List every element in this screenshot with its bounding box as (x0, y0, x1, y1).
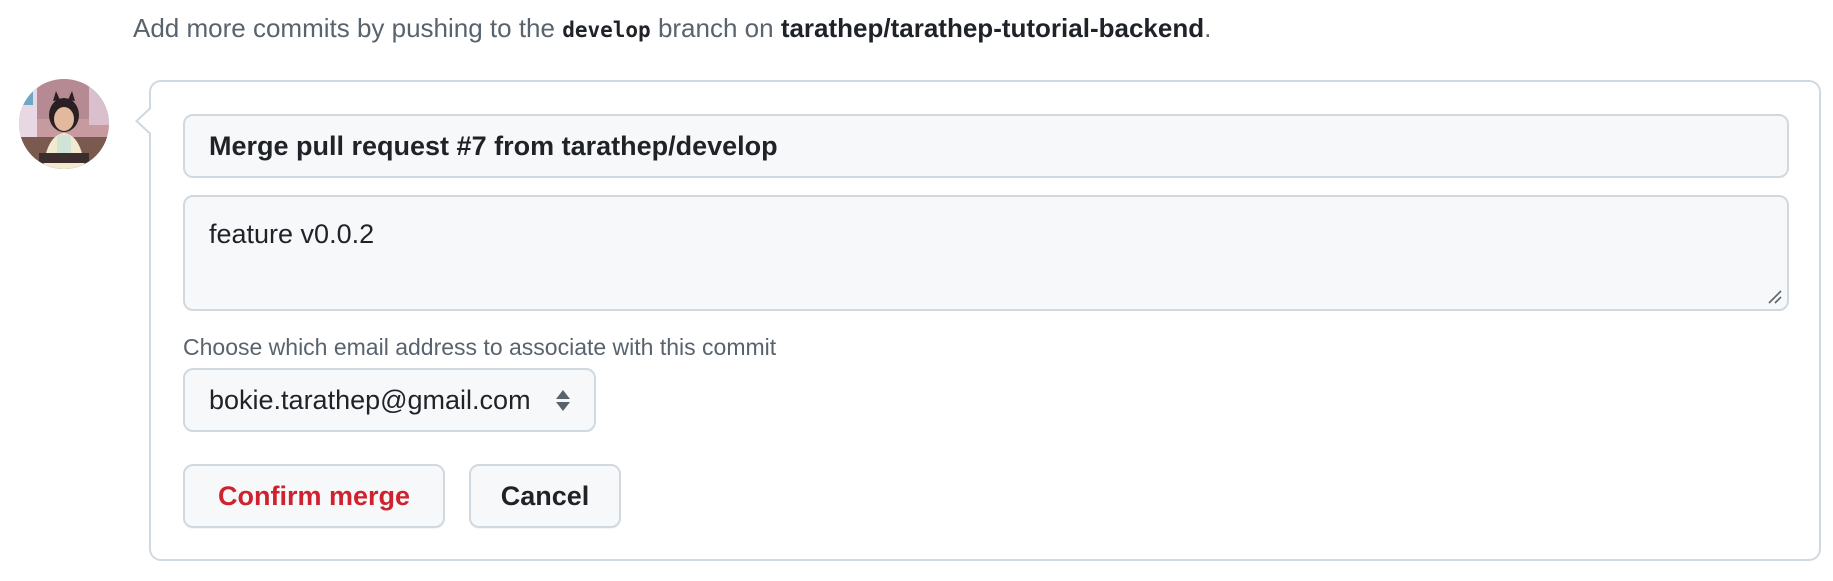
card-pointer-fill (138, 109, 151, 133)
email-select-label: Choose which email address to associate … (183, 334, 777, 360)
commit-email-select[interactable]: bokie.tarathep@gmail.com (183, 368, 596, 432)
email-select-value: bokie.tarathep@gmail.com (209, 384, 531, 415)
push-hint: Add more commits by pushing to the devel… (133, 8, 1211, 50)
branch-name: develop (562, 18, 651, 42)
avatar-photo-icon (19, 79, 109, 169)
push-hint-suffix: . (1204, 13, 1212, 43)
push-hint-prefix: Add more commits by pushing to the (133, 13, 563, 43)
push-hint-middle: branch on (650, 13, 781, 43)
resize-grip-icon[interactable] (1765, 287, 1783, 305)
commit-title-input[interactable] (183, 114, 1789, 178)
merge-panel: Add more commits by pushing to the devel… (0, 0, 1833, 581)
user-avatar[interactable] (19, 79, 109, 169)
cancel-button[interactable]: Cancel (469, 464, 621, 528)
commit-message-textarea[interactable]: feature v0.0.2 (183, 195, 1789, 311)
select-arrows-icon (556, 389, 570, 411)
confirm-merge-button[interactable]: Confirm merge (183, 464, 445, 528)
repo-name: tarathep/tarathep-tutorial-backend (780, 13, 1205, 43)
commit-message-text: feature v0.0.2 (209, 219, 375, 249)
